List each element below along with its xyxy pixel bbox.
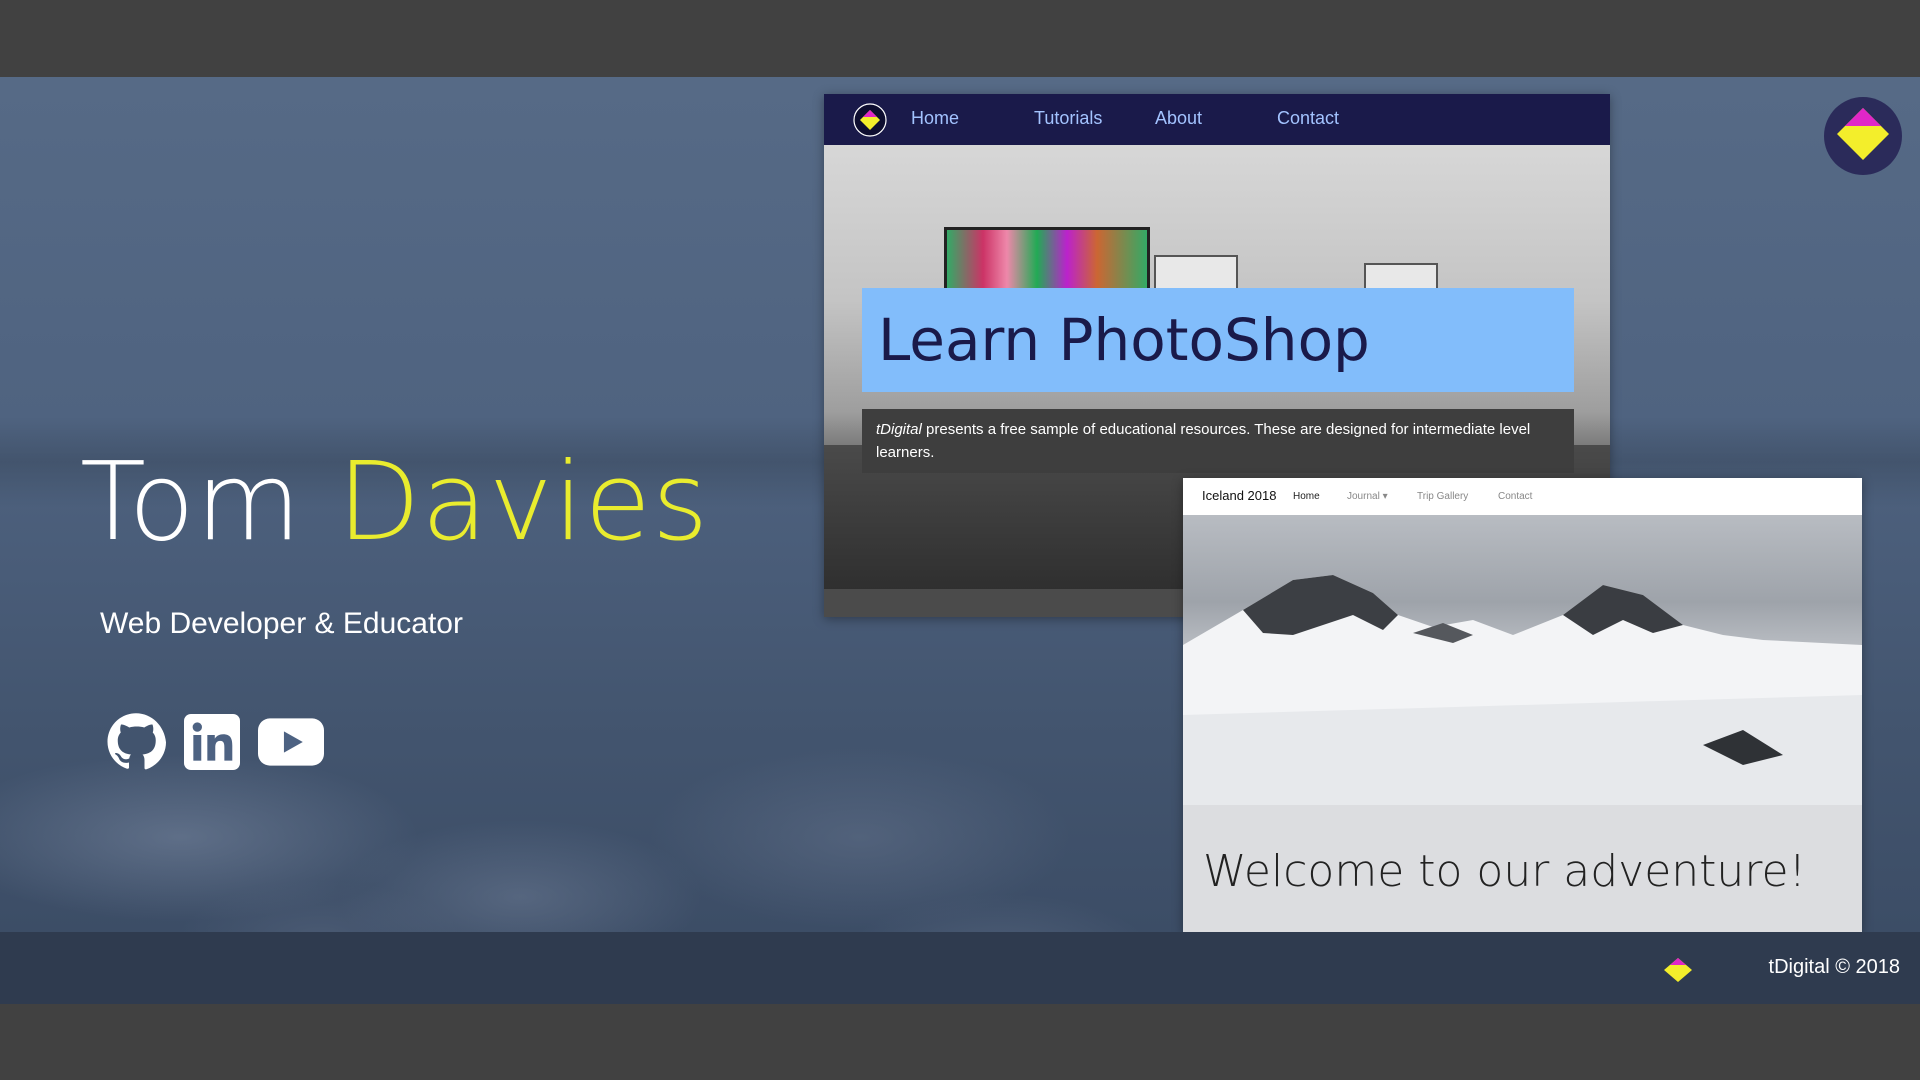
tdigital-corner-logo-icon[interactable] bbox=[1823, 96, 1903, 180]
iceland-welcome-heading: Welcome to our adventure! bbox=[1203, 846, 1807, 897]
page-footer: tDigital © 2018 bbox=[0, 932, 1920, 1004]
linkedin-icon[interactable] bbox=[184, 714, 240, 774]
iceland-nav-contact[interactable]: Contact bbox=[1498, 491, 1532, 502]
iceland-brand[interactable]: Iceland 2018 bbox=[1202, 488, 1276, 503]
hero-tagline: Web Developer & Educator bbox=[100, 607, 463, 640]
hero-last-name: Davies bbox=[337, 440, 710, 565]
iceland-nav-trip-gallery[interactable]: Trip Gallery bbox=[1417, 491, 1468, 502]
github-icon[interactable] bbox=[106, 712, 166, 776]
hero-name: Tom Davies bbox=[80, 449, 709, 557]
learn-photoshop-banner: Learn PhotoShop bbox=[862, 288, 1574, 392]
footer-copyright: tDigital © 2018 bbox=[1768, 956, 1900, 978]
hero-background: Tom Davies Web Developer & Educator Home… bbox=[0, 77, 1920, 932]
youtube-icon[interactable] bbox=[258, 718, 324, 770]
learn-photoshop-heading: Learn PhotoShop bbox=[878, 306, 1370, 374]
tdigital-description-text: presents a free sample of educational re… bbox=[876, 421, 1531, 461]
tdigital-description-box: tDigital presents a free sample of educa… bbox=[862, 409, 1574, 473]
tdigital-navbar: Home Tutorials About Contact bbox=[824, 94, 1610, 145]
iceland-site-preview: Iceland 2018 Home Journal ▾ Trip Gallery… bbox=[1183, 478, 1862, 932]
hero-first-name: Tom bbox=[80, 440, 302, 565]
tdigital-footer-logo-icon bbox=[1664, 958, 1692, 986]
tdigital-brand-italic: tDigital bbox=[876, 421, 922, 438]
tdigital-nav-home[interactable]: Home bbox=[911, 108, 959, 129]
iceland-mountain-photo bbox=[1183, 515, 1862, 805]
iceland-nav-journal[interactable]: Journal ▾ bbox=[1347, 491, 1388, 502]
social-links bbox=[106, 712, 324, 776]
iceland-nav-home[interactable]: Home bbox=[1293, 491, 1320, 502]
tdigital-logo-icon[interactable] bbox=[853, 103, 887, 141]
tdigital-nav-tutorials[interactable]: Tutorials bbox=[1034, 108, 1102, 129]
iceland-navbar: Iceland 2018 Home Journal ▾ Trip Gallery… bbox=[1183, 478, 1862, 515]
tdigital-description: tDigital presents a free sample of educa… bbox=[876, 418, 1560, 464]
caret-down-icon: ▾ bbox=[1382, 491, 1388, 502]
snowy-mountains-illustration bbox=[1183, 575, 1862, 805]
tdigital-nav-about[interactable]: About bbox=[1155, 108, 1202, 129]
tdigital-nav-contact[interactable]: Contact bbox=[1277, 108, 1339, 129]
iceland-nav-journal-label: Journal bbox=[1347, 491, 1380, 502]
